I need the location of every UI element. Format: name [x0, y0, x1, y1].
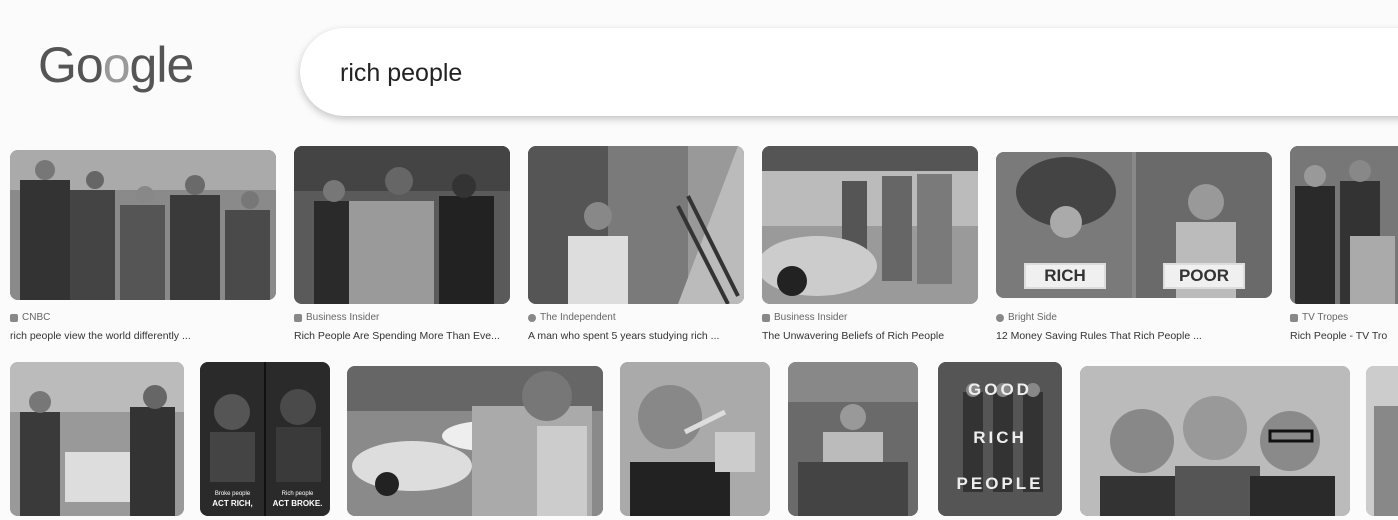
result-source-3[interactable]: The Independent — [528, 312, 616, 323]
rich-label: RICH — [1024, 263, 1106, 289]
result-image-6[interactable] — [1290, 146, 1398, 304]
tv-tropes-icon — [1290, 313, 1298, 322]
cnbc-icon — [10, 313, 18, 322]
result-source-5[interactable]: Bright Side — [996, 312, 1057, 323]
act-rich-text: ACT RICH, — [212, 499, 253, 508]
independent-icon — [528, 313, 536, 322]
business-insider-icon — [294, 313, 302, 322]
result-image-1[interactable] — [10, 150, 276, 300]
result-caption-4[interactable]: The Unwavering Beliefs of Rich People — [762, 330, 978, 342]
result-source-2[interactable]: Business Insider — [294, 312, 379, 323]
search-input[interactable] — [338, 54, 1242, 92]
result-image-13[interactable] — [1080, 366, 1350, 516]
act-broke-text: ACT BROKE. — [272, 499, 323, 508]
result-source-4[interactable]: Business Insider — [762, 312, 847, 323]
result-image-14[interactable] — [1366, 366, 1398, 516]
result-image-11[interactable] — [788, 362, 918, 516]
business-insider-icon — [762, 313, 770, 322]
header: Google — [0, 0, 1398, 140]
result-caption-1[interactable]: rich people view the world differently .… — [10, 330, 276, 342]
rich-text: RICH — [973, 428, 1027, 447]
result-caption-2[interactable]: Rich People Are Spending More Than Eve..… — [294, 330, 510, 342]
result-image-2[interactable] — [294, 146, 510, 304]
result-image-10[interactable] — [620, 362, 770, 516]
result-source-1[interactable]: CNBC — [10, 312, 50, 323]
result-image-9[interactable] — [347, 366, 603, 516]
broke-people-text: Broke people — [214, 491, 251, 497]
google-logo[interactable]: Google — [38, 40, 194, 90]
result-image-3[interactable] — [528, 146, 744, 304]
poor-label: POOR — [1163, 263, 1245, 289]
result-caption-3[interactable]: A man who spent 5 years studying rich ..… — [528, 330, 744, 342]
result-source-6[interactable]: TV Tropes — [1290, 312, 1348, 323]
result-caption-5[interactable]: 12 Money Saving Rules That Rich People .… — [996, 330, 1272, 342]
result-caption-6[interactable]: Rich People - TV Tro — [1290, 330, 1398, 342]
people-text: PEOPLE — [956, 474, 1044, 493]
result-image-7[interactable] — [10, 362, 184, 516]
good-text: GOOD — [968, 380, 1032, 399]
search-box[interactable] — [300, 28, 1398, 116]
result-image-4[interactable] — [762, 146, 978, 304]
bright-side-icon — [996, 313, 1004, 322]
rich-people-small-text: Rich people — [281, 491, 314, 497]
